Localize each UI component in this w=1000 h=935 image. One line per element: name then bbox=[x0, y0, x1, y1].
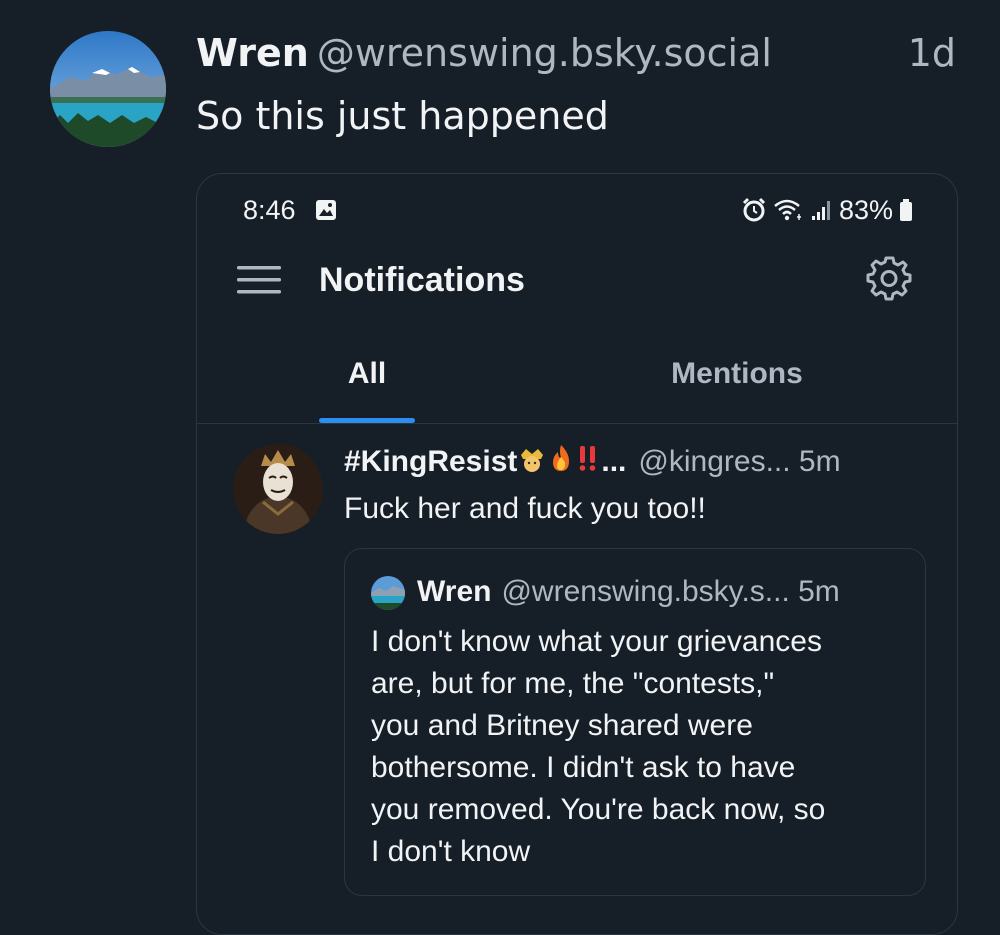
author-name[interactable]: Wren bbox=[196, 31, 309, 75]
tab-bar: All Mentions bbox=[197, 344, 957, 424]
quoted-author-handle[interactable]: @wrenswing.bsky.s... 5m bbox=[501, 575, 839, 608]
battery-icon bbox=[900, 199, 912, 221]
notification-header: #KingResist ... @kingres... 5m bbox=[344, 442, 934, 482]
wifi-icon bbox=[774, 199, 801, 221]
page-title: Notifications bbox=[319, 261, 525, 299]
divider bbox=[197, 423, 957, 424]
notification-text: Fuck her and fuck you too!! bbox=[344, 492, 706, 525]
quoted-text-line: you and Britney shared were bbox=[371, 709, 753, 742]
emoji-group bbox=[517, 443, 601, 484]
embedded-screenshot[interactable]: 8:46 83% Notifications All Mentions #Kin… bbox=[196, 173, 958, 935]
quoted-text-line: are, but for me, the "contests," bbox=[371, 667, 775, 700]
hamburger-menu-icon[interactable] bbox=[237, 264, 281, 296]
post-text: So this just happened bbox=[196, 94, 609, 138]
quoted-text-line: you removed. You're back now, so bbox=[371, 793, 826, 826]
notification-avatar[interactable] bbox=[233, 444, 323, 534]
name-ellipsis: ... bbox=[601, 445, 627, 478]
quoted-text-line: bothersome. I didn't ask to have bbox=[371, 751, 796, 784]
gear-icon[interactable] bbox=[865, 254, 913, 302]
masked-king-avatar-image bbox=[233, 444, 323, 534]
crown-emoji bbox=[521, 448, 544, 472]
quoted-text-line: I don't know bbox=[371, 835, 531, 868]
status-time: 8:46 bbox=[243, 195, 296, 225]
notification-handle[interactable]: @kingres... 5m bbox=[638, 445, 840, 478]
app-bar: Notifications bbox=[197, 250, 957, 310]
double-exclamation-emoji bbox=[580, 445, 596, 471]
image-icon bbox=[316, 200, 336, 220]
landscape-avatar-image bbox=[50, 31, 166, 147]
battery-percent: 83% bbox=[838, 194, 893, 225]
notification-user-name[interactable]: #KingResist bbox=[344, 445, 517, 478]
post-header: Wren @wrenswing.bsky.social 1d bbox=[196, 28, 966, 78]
alarm-icon bbox=[742, 197, 766, 222]
landscape-avatar-image bbox=[371, 576, 405, 610]
tab-all[interactable]: All bbox=[319, 354, 415, 394]
signal-icon bbox=[811, 201, 830, 220]
author-avatar[interactable] bbox=[50, 31, 166, 147]
status-icons: 83% bbox=[741, 194, 913, 226]
author-handle[interactable]: @wrenswing.bsky.social bbox=[317, 31, 772, 75]
quoted-post-header: Wren @wrenswing.bsky.s... 5m bbox=[417, 571, 917, 613]
tab-mentions[interactable]: Mentions bbox=[627, 354, 847, 394]
quoted-post[interactable]: Wren @wrenswing.bsky.s... 5m I don't know… bbox=[344, 548, 926, 896]
fire-emoji bbox=[553, 444, 570, 471]
quoted-author-avatar bbox=[371, 576, 405, 610]
quoted-author-name[interactable]: Wren bbox=[417, 575, 491, 608]
quoted-text-line: I don't know what your grievances bbox=[371, 625, 822, 658]
post-timestamp[interactable]: 1d bbox=[908, 28, 956, 78]
quoted-post-text: I don't know what your grievances are, b… bbox=[371, 621, 916, 873]
status-bar: 8:46 83% bbox=[197, 174, 957, 250]
